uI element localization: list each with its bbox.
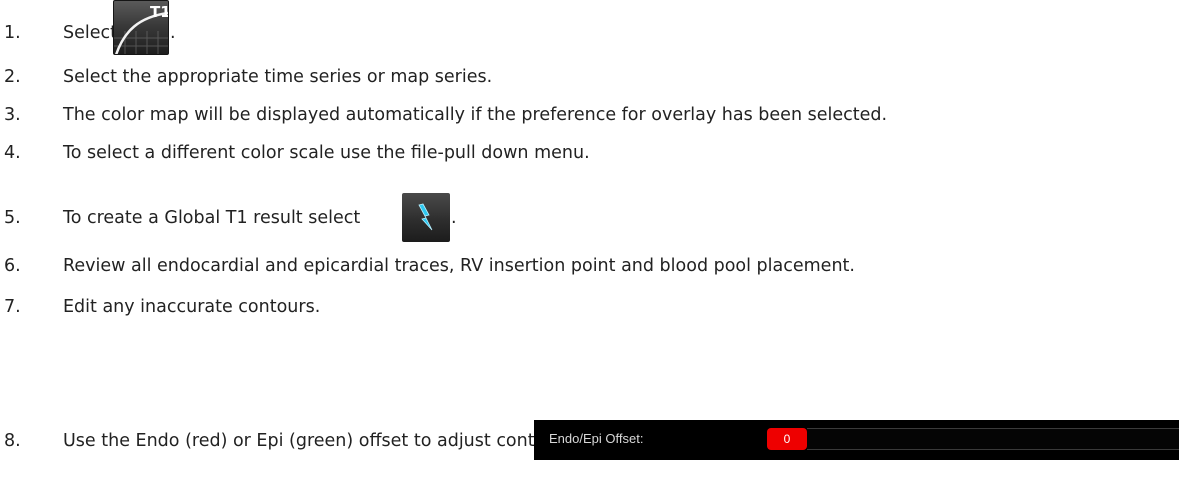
lightning-icon[interactable] (402, 193, 450, 242)
step-text: Review all endocardial and epicardial tr… (63, 256, 855, 276)
step-suffix: . (170, 23, 176, 43)
step-number: 6. (4, 256, 21, 276)
step-number: 1. (4, 23, 21, 43)
t1-icon-label: T1 (150, 3, 169, 21)
step-number: 7. (4, 297, 21, 317)
offset-label: Endo/Epi Offset: (549, 431, 644, 446)
step-number: 8. (4, 431, 21, 451)
step-text: To select a different color scale use th… (63, 143, 590, 163)
step-number: 2. (4, 67, 21, 87)
t1-map-icon[interactable]: T1 (113, 0, 169, 55)
step-text: Edit any inaccurate contours. (63, 297, 321, 317)
offset-slider-track[interactable] (807, 428, 1179, 450)
endo-epi-offset-widget: Endo/Epi Offset: 0 (534, 420, 1179, 460)
step-suffix: . (451, 208, 457, 228)
step-number: 3. (4, 105, 21, 125)
step-text: Select (63, 23, 117, 43)
step-text: To create a Global T1 result select (63, 208, 361, 228)
step-text: Select the appropriate time series or ma… (63, 67, 493, 87)
step-number: 4. (4, 143, 21, 163)
step-number: 5. (4, 208, 21, 228)
step-text: The color map will be displayed automati… (63, 105, 888, 125)
step-text: Use the Endo (red) or Epi (green) offset… (63, 431, 573, 451)
offset-value-field[interactable]: 0 (767, 428, 807, 450)
